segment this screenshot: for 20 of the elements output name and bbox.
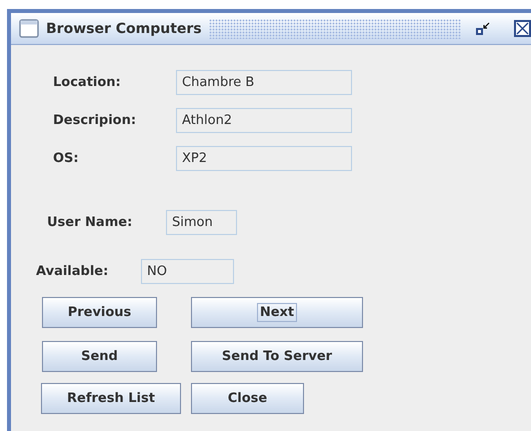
input-field[interactable]: XP2 <box>176 146 352 170</box>
action-button[interactable]: Close <box>191 383 304 414</box>
restore-icon[interactable] <box>476 22 490 36</box>
action-button[interactable]: Send To Server <box>191 341 363 372</box>
field-label: Descripion: <box>53 112 138 128</box>
action-button[interactable]: Send <box>42 341 157 372</box>
close-icon[interactable] <box>514 20 531 37</box>
input-field[interactable]: Simon <box>166 210 237 234</box>
action-button[interactable]: Next <box>191 297 363 328</box>
field-label: User Name: <box>47 214 134 230</box>
window-title: Browser Computers <box>46 20 202 36</box>
field-label: Location: <box>53 74 122 90</box>
input-field[interactable]: Chambre B <box>176 70 352 94</box>
window-icon <box>19 19 39 38</box>
action-button[interactable]: Refresh List <box>41 383 181 414</box>
input-field[interactable]: Athlon2 <box>176 108 352 132</box>
input-field[interactable]: NO <box>141 258 234 284</box>
action-button[interactable]: Previous <box>42 297 157 328</box>
field-label: Available: <box>36 264 110 278</box>
field-label: OS: <box>53 150 80 166</box>
